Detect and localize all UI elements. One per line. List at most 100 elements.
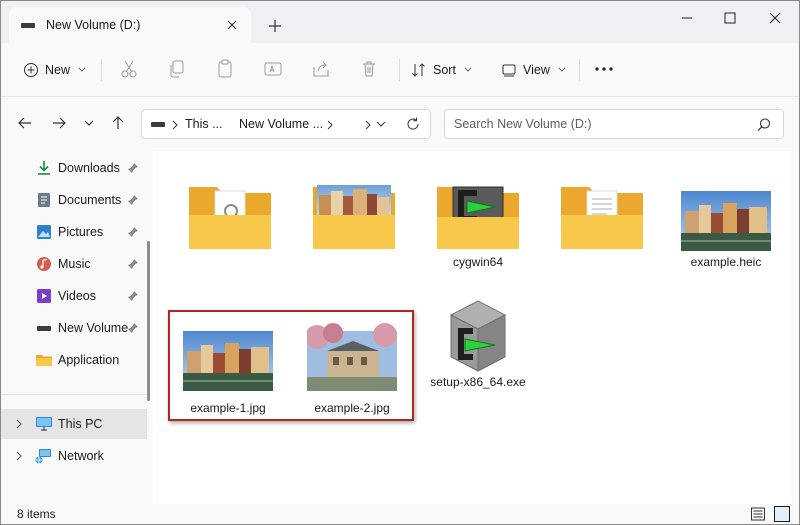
new-label: New xyxy=(45,63,71,77)
sidebar-item-label: Pictures xyxy=(58,225,104,239)
folder-cygwin-icon xyxy=(437,186,519,249)
sidebar-item-application[interactable]: Application xyxy=(1,345,147,375)
content-scrollbar[interactable] xyxy=(791,151,799,504)
tab-new-volume[interactable]: New Volume (D:) xyxy=(9,7,251,43)
videos-icon xyxy=(37,289,51,303)
sidebar-item-network[interactable]: Network xyxy=(1,441,147,471)
search-box[interactable]: Search New Volume (D:) xyxy=(444,109,784,139)
sidebar-item-label: Application xyxy=(58,353,120,367)
file-name: example.heic xyxy=(690,255,762,269)
file-tile[interactable] xyxy=(547,169,657,285)
up-arrow-icon[interactable] xyxy=(108,113,128,133)
expand-chevron-icon[interactable] xyxy=(13,450,25,462)
rename-icon[interactable] xyxy=(261,57,285,81)
selection-highlight xyxy=(168,310,414,421)
chevron-right-icon xyxy=(365,120,371,130)
chevron-down-icon xyxy=(464,67,472,72)
download-arrow-icon xyxy=(38,161,50,175)
command-bar: New Sort View xyxy=(1,43,799,97)
sidebar-item-label: Network xyxy=(58,449,104,463)
share-icon[interactable] xyxy=(309,57,333,81)
folder-photo-icon xyxy=(313,185,395,249)
new-button[interactable]: New xyxy=(23,55,86,85)
file-list: cygwin64 example.heic example-1.jpg exam… xyxy=(153,151,799,504)
item-count: 8 items xyxy=(17,507,56,521)
forward-arrow-icon[interactable] xyxy=(49,113,69,133)
file-tile[interactable]: cygwin64 xyxy=(423,169,533,285)
close-window-icon[interactable] xyxy=(753,7,797,29)
toolbar-separator xyxy=(399,59,400,81)
chevron-down-icon xyxy=(78,67,86,72)
folder-icon xyxy=(561,187,643,249)
view-icon xyxy=(502,64,516,77)
minimize-icon[interactable] xyxy=(665,7,709,29)
cut-icon[interactable] xyxy=(117,57,141,81)
new-tab-icon[interactable] xyxy=(266,17,284,35)
navigation-pane: Downloads Documents Pictures Music Video… xyxy=(1,151,151,504)
nav-divider xyxy=(1,394,147,395)
pin-icon xyxy=(128,163,138,173)
nav-scrollbar[interactable] xyxy=(147,241,150,401)
delete-icon[interactable] xyxy=(357,57,381,81)
document-icon xyxy=(38,193,50,207)
address-dropdown-icon[interactable] xyxy=(375,119,387,129)
close-tab-icon[interactable] xyxy=(223,16,241,34)
sidebar-item-videos[interactable]: Videos xyxy=(1,281,147,311)
this-pc-icon xyxy=(36,417,52,431)
chevron-down-icon xyxy=(558,67,566,72)
refresh-icon[interactable] xyxy=(405,116,421,132)
view-label: View xyxy=(523,63,550,77)
sidebar-item-pictures[interactable]: Pictures xyxy=(1,217,147,247)
file-tile[interactable]: example.heic xyxy=(671,169,781,285)
sidebar-item-music[interactable]: Music xyxy=(1,249,147,279)
drive-icon xyxy=(151,122,165,127)
image-thumbnail xyxy=(681,191,771,251)
toolbar-separator xyxy=(579,59,580,81)
breadcrumb-this-pc[interactable]: This ... xyxy=(185,117,223,131)
folder-icon xyxy=(189,187,271,249)
back-arrow-icon[interactable] xyxy=(15,113,35,133)
pin-icon xyxy=(128,259,138,269)
sidebar-item-label: Downloads xyxy=(58,161,120,175)
sidebar-item-label: This PC xyxy=(58,417,103,431)
file-tile[interactable]: setup-x86_64.exe xyxy=(423,289,533,405)
paste-icon[interactable] xyxy=(213,57,237,81)
pin-icon xyxy=(128,227,138,237)
sidebar-item-label: Music xyxy=(58,257,91,271)
breadcrumb-new-volume[interactable]: New Volume ... xyxy=(239,117,323,131)
sort-icon xyxy=(412,63,425,77)
status-bar: 8 items xyxy=(1,504,799,524)
title-bar: New Volume (D:) xyxy=(1,1,799,43)
details-view-icon[interactable] xyxy=(750,506,766,522)
expand-chevron-icon[interactable] xyxy=(13,418,25,430)
pin-icon xyxy=(128,323,138,333)
recent-locations-chevron-icon[interactable] xyxy=(79,113,99,133)
search-icon[interactable] xyxy=(755,116,773,134)
maximize-icon[interactable] xyxy=(708,7,752,29)
setup-package-icon xyxy=(449,300,507,372)
sort-button[interactable]: Sort xyxy=(411,55,472,85)
copy-icon[interactable] xyxy=(165,57,189,81)
network-icon xyxy=(35,449,51,464)
chevron-right-icon xyxy=(327,120,333,130)
chevron-right-icon xyxy=(172,120,178,130)
folder-icon xyxy=(36,355,52,366)
large-icons-view-icon[interactable] xyxy=(774,506,790,522)
file-tile[interactable] xyxy=(175,169,285,285)
sidebar-item-this-pc[interactable]: This PC xyxy=(1,409,147,439)
music-icon xyxy=(37,257,51,271)
file-explorer-window: New Volume (D:) New Sort View This ... N… xyxy=(0,0,800,525)
pin-icon xyxy=(128,291,138,301)
sidebar-item-label: Documents xyxy=(58,193,122,207)
file-tile[interactable] xyxy=(299,169,409,285)
view-button[interactable]: View xyxy=(501,55,566,85)
plus-circle-icon xyxy=(24,63,38,77)
sidebar-item-downloads[interactable]: Downloads xyxy=(1,153,147,183)
sidebar-item-new-volume[interactable]: New Volume xyxy=(1,313,147,343)
more-options-icon[interactable] xyxy=(592,57,616,81)
toolbar-separator xyxy=(101,59,102,81)
search-input[interactable]: Search New Volume (D:) xyxy=(454,117,592,131)
file-name: cygwin64 xyxy=(452,255,504,269)
sidebar-item-documents[interactable]: Documents xyxy=(1,185,147,215)
address-bar[interactable]: This ... New Volume ... xyxy=(141,109,431,139)
